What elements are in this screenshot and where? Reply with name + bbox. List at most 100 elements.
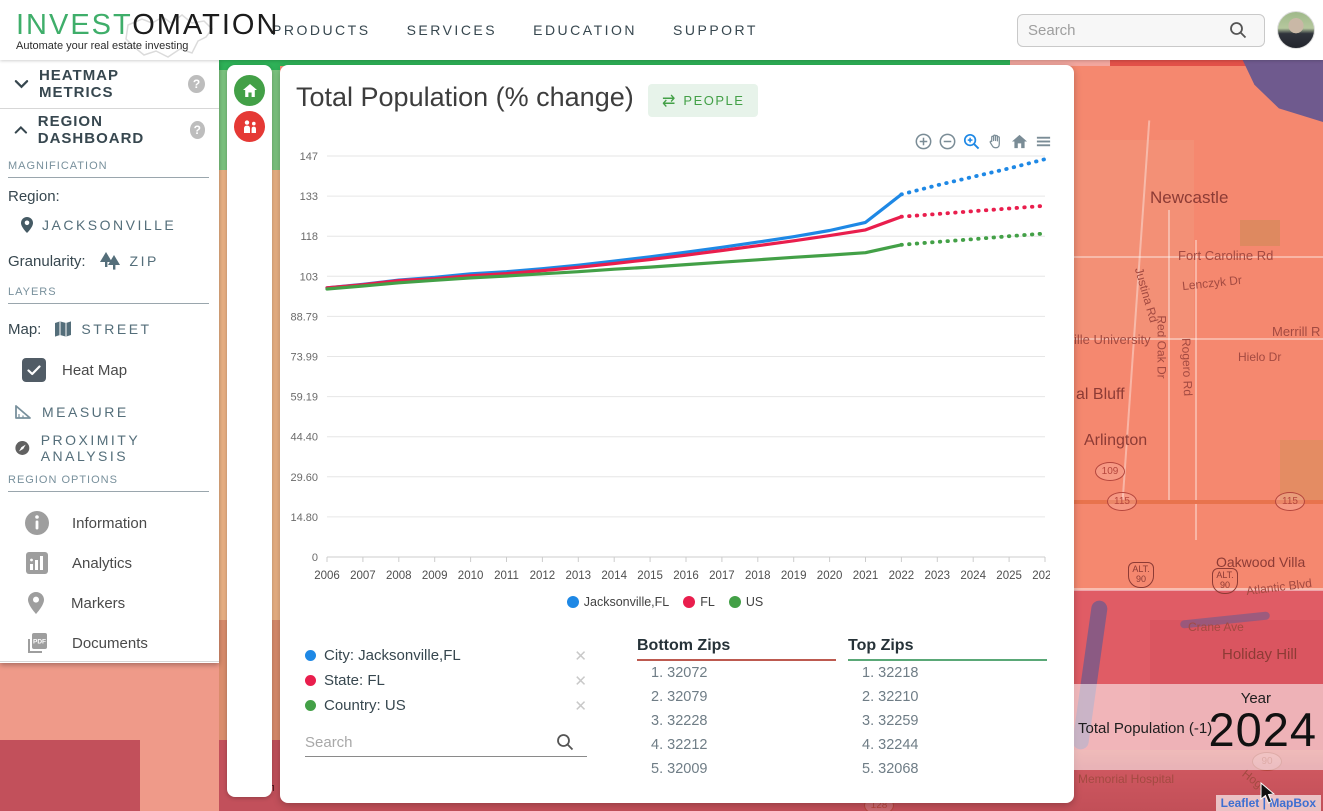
sidebar-item-markers[interactable]: Markers	[0, 590, 219, 616]
zip-item[interactable]: 1. 32218	[848, 661, 1047, 685]
map-label-hielo: Hielo Dr	[1238, 350, 1281, 364]
chart-toolbar	[915, 133, 1052, 150]
global-search-input[interactable]	[1028, 22, 1228, 39]
zip-item[interactable]: 1. 32072	[637, 661, 836, 685]
divider	[0, 108, 219, 109]
water-region	[1225, 60, 1323, 122]
map-label-crane: Crane Ave	[1188, 620, 1244, 634]
x-tick-label: 2013	[566, 570, 592, 582]
remove-filter-icon[interactable]: ✕	[574, 672, 587, 690]
chart-legend: Jacksonville,FL FL US	[280, 595, 1050, 609]
proximity-analysis-tool[interactable]: PROXIMITY ANALYSIS	[0, 436, 219, 460]
section-layers: LAYERS	[8, 286, 209, 304]
y-tick-label: 59.19	[290, 392, 318, 404]
region-selector[interactable]: JACKSONVILLE	[0, 212, 219, 238]
x-tick-label: 2020	[817, 570, 843, 582]
remove-filter-icon[interactable]: ✕	[574, 697, 587, 715]
x-tick-label: 2022	[889, 570, 915, 582]
zip-item[interactable]: 3. 32228	[637, 709, 836, 733]
home-reset-icon[interactable]	[1011, 133, 1028, 150]
y-tick-label: 14.80	[290, 512, 318, 524]
search-icon[interactable]	[555, 732, 575, 752]
zip-item[interactable]: 2. 32210	[848, 685, 1047, 709]
nav-support[interactable]: SUPPORT	[673, 22, 758, 38]
series-projection-Jacksonville,FL[interactable]	[901, 159, 1045, 194]
zip-item[interactable]: 4. 32244	[848, 733, 1047, 757]
series-dot-city	[305, 650, 316, 661]
logo-tagline: Automate your real estate investing	[16, 40, 250, 52]
sidebar-item-analytics[interactable]: Analytics	[0, 550, 219, 576]
mouse-cursor	[1258, 782, 1280, 806]
legend-dot	[683, 596, 695, 608]
map-style-selector[interactable]: Map: STREET	[0, 316, 219, 342]
map-label-holiday: Holiday Hill	[1222, 646, 1297, 663]
legend-item-Jacksonville,FL[interactable]: Jacksonville,FL	[567, 595, 669, 609]
y-tick-label: 88.79	[290, 311, 318, 323]
x-tick-label: 2011	[494, 570, 519, 582]
nav-products[interactable]: PRODUCTS	[272, 22, 371, 38]
zoom-out-icon[interactable]	[939, 133, 956, 150]
logo[interactable]: INVESTOMATION Automate your real estate …	[0, 9, 250, 52]
x-tick-label: 2016	[673, 570, 699, 582]
top-navbar: INVESTOMATION Automate your real estate …	[0, 0, 1323, 60]
user-avatar[interactable]	[1277, 11, 1315, 49]
zoom-in-icon[interactable]	[915, 133, 932, 150]
help-icon[interactable]: ?	[188, 75, 205, 93]
y-tick-label: 103	[300, 271, 318, 283]
granularity-selector[interactable]: Granularity: ZIP	[0, 248, 219, 274]
nav-services[interactable]: SERVICES	[407, 22, 498, 38]
chart-title: Total Population (% change)	[296, 82, 634, 113]
x-tick-label: 2012	[530, 570, 556, 582]
route-shield-115: 115	[1107, 492, 1137, 511]
zoom-select-icon[interactable]	[963, 133, 980, 150]
checkbox-checked-icon[interactable]	[22, 358, 46, 382]
zip-item[interactable]: 5. 32068	[848, 757, 1047, 781]
pdf-document-icon: PDF	[25, 631, 49, 655]
series-line-US[interactable]	[327, 245, 901, 289]
search-icon[interactable]	[1228, 20, 1248, 40]
pan-hand-icon[interactable]	[987, 133, 1004, 150]
top-zips-title: Top Zips	[848, 637, 1047, 661]
legend-dot	[729, 596, 741, 608]
nav-education[interactable]: EDUCATION	[533, 22, 637, 38]
map-label-merrill: Merrill R	[1272, 324, 1320, 339]
map-label-red-oak: Red Oak Dr	[1155, 315, 1169, 378]
sidebar-item-documents[interactable]: PDF Documents	[0, 630, 219, 656]
sidebar-item-heatmap-metrics[interactable]: HEATMAP METRICS ?	[0, 72, 219, 96]
people-category-button[interactable]: ⇄ PEOPLE	[648, 84, 758, 117]
legend-item-US[interactable]: US	[729, 595, 763, 609]
measure-tool[interactable]: MEASURE	[0, 400, 219, 424]
zip-item[interactable]: 3. 32259	[848, 709, 1047, 733]
remove-filter-icon[interactable]: ✕	[574, 647, 587, 665]
x-tick-label: 2018	[745, 570, 771, 582]
zip-item[interactable]: 4. 32212	[637, 733, 836, 757]
region-search-input[interactable]	[305, 734, 555, 751]
help-icon[interactable]: ?	[190, 121, 205, 139]
map-label-arlington: Arlington	[1084, 432, 1147, 450]
filter-state: State: FL ✕	[305, 668, 587, 693]
region-search[interactable]	[305, 732, 587, 757]
swap-arrows-icon: ⇄	[662, 91, 675, 111]
zip-item[interactable]: 5. 32009	[637, 757, 836, 781]
series-line-Jacksonville,FL[interactable]	[327, 194, 901, 288]
x-tick-label: 2017	[709, 570, 735, 582]
legend-label: FL	[700, 595, 715, 609]
y-tick-label: 0	[312, 552, 318, 564]
chevron-up-icon	[14, 125, 28, 135]
population-line-chart[interactable]: 14713311810388.7973.9959.1944.4029.6014.…	[280, 142, 1050, 592]
menu-icon[interactable]	[1035, 133, 1052, 150]
global-search[interactable]	[1017, 14, 1265, 47]
zip-item[interactable]: 2. 32079	[637, 685, 836, 709]
heatmap-toggle[interactable]: Heat Map	[0, 356, 219, 384]
tool-rail	[227, 65, 272, 797]
people-button-rail[interactable]	[234, 111, 265, 142]
series-projection-FL[interactable]	[901, 206, 1045, 217]
x-tick-label: 2009	[422, 570, 448, 582]
series-projection-US[interactable]	[901, 234, 1045, 245]
sidebar-item-region-dashboard[interactable]: REGION DASHBOARD ?	[0, 118, 219, 142]
legend-item-FL[interactable]: FL	[683, 595, 715, 609]
zips-ranking: Bottom Zips 1. 32072 2. 32079 3. 32228 4…	[637, 637, 1047, 781]
series-line-FL[interactable]	[327, 217, 901, 288]
sidebar-item-information[interactable]: Information	[0, 510, 219, 536]
home-button[interactable]	[234, 75, 265, 106]
